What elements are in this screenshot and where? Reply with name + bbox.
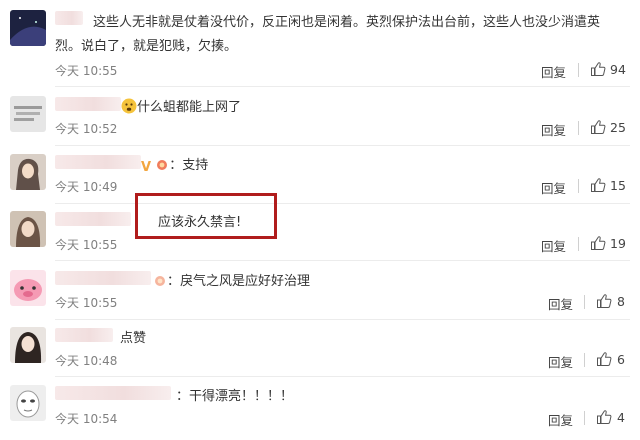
divider — [55, 319, 630, 320]
thumbs-up-icon[interactable] — [590, 61, 606, 77]
medal-badge-icon — [155, 276, 165, 286]
comment-text-wrap: ：干得漂亮！！！！ — [176, 385, 293, 404]
divider — [578, 237, 579, 251]
avatar[interactable] — [10, 10, 46, 46]
comment-time: 今天 10:55 — [55, 296, 118, 310]
comment-text-line2: 烈。说白了，就是犯贱，欠揍。 — [55, 39, 238, 54]
divider — [55, 86, 630, 87]
like-count: 8 — [617, 294, 625, 309]
comment-text-wrap: 什么蛆都能上网了 — [121, 96, 241, 115]
colon: ： — [169, 158, 183, 173]
comment-text: 点赞 — [120, 331, 147, 346]
divider — [55, 145, 630, 146]
divider — [578, 179, 579, 193]
reply-button[interactable]: 回复 — [548, 352, 573, 371]
comment-time: 今天 10:48 — [55, 354, 118, 368]
thumbs-up-icon[interactable] — [596, 351, 612, 367]
like-count: 15 — [610, 178, 626, 193]
colon: ： — [167, 274, 181, 289]
thumbs-up-icon[interactable] — [590, 119, 606, 135]
divider — [55, 260, 630, 261]
divider — [584, 411, 585, 425]
comment-text: 戾气之风是应好好治理 — [180, 274, 311, 289]
thumbs-up-icon[interactable] — [590, 235, 606, 251]
avatar[interactable] — [10, 96, 46, 132]
username-blurred[interactable] — [55, 328, 113, 342]
avatar[interactable] — [10, 211, 46, 247]
username-blurred[interactable] — [55, 212, 131, 226]
comment-time: 今天 10:52 — [55, 122, 118, 136]
reply-button[interactable]: 回复 — [541, 236, 566, 255]
reply-button[interactable]: 回复 — [548, 294, 573, 313]
colon: ： — [176, 389, 190, 404]
username-blurred[interactable] — [55, 11, 83, 25]
like-count: 25 — [610, 120, 626, 135]
divider — [584, 295, 585, 309]
username-blurred[interactable] — [55, 155, 141, 169]
comment-time: 今天 10:55 — [55, 64, 118, 78]
highlight-box — [135, 193, 277, 239]
v-badge-icon: V — [141, 160, 152, 175]
thumbs-up-icon[interactable] — [596, 409, 612, 425]
comment-text: 这些人无非就是仗着没代价，反正闲也是闲着。英烈保护法出台前，这些人也没少消遣英 — [93, 15, 601, 30]
username-blurred[interactable] — [55, 386, 171, 400]
avatar[interactable] — [10, 270, 46, 306]
comment-time: 今天 10:54 — [55, 412, 118, 426]
username-blurred[interactable] — [55, 97, 121, 111]
comment-time: 今天 10:55 — [55, 238, 118, 252]
avatar[interactable] — [10, 327, 46, 363]
comment-text: 支持 — [182, 158, 209, 173]
comment-time: 今天 10:49 — [55, 180, 118, 194]
avatar[interactable] — [10, 385, 46, 421]
username-blurred[interactable] — [55, 271, 151, 285]
reply-button[interactable]: 回复 — [541, 120, 566, 139]
comment-text-wrap: ：戾气之风是应好好治理 — [153, 270, 310, 289]
divider — [55, 376, 630, 377]
like-count: 94 — [610, 62, 626, 77]
medal-badge-icon — [157, 160, 168, 170]
thumbs-up-icon[interactable] — [596, 293, 612, 309]
like-count: 4 — [617, 410, 625, 425]
comment-text-wrap: V ：支持 — [141, 154, 209, 175]
like-count: 19 — [610, 236, 626, 251]
reply-button[interactable]: 回复 — [541, 62, 566, 81]
thumbs-up-icon[interactable] — [590, 177, 606, 193]
reply-button[interactable]: 回复 — [541, 178, 566, 197]
divider — [578, 121, 579, 135]
comment-text: 干得漂亮！！！！ — [189, 389, 294, 404]
like-count: 6 — [617, 352, 625, 367]
comment-text: 什么蛆都能上网了 — [137, 100, 242, 115]
avatar[interactable] — [10, 154, 46, 190]
divider — [584, 353, 585, 367]
divider — [578, 63, 579, 77]
emoji-face-icon — [121, 98, 137, 114]
comment-list: 这些人无非就是仗着没代价，反正闲也是闲着。英烈保护法出台前，这些人也没少消遣英 … — [0, 0, 640, 440]
reply-button[interactable]: 回复 — [548, 410, 573, 429]
